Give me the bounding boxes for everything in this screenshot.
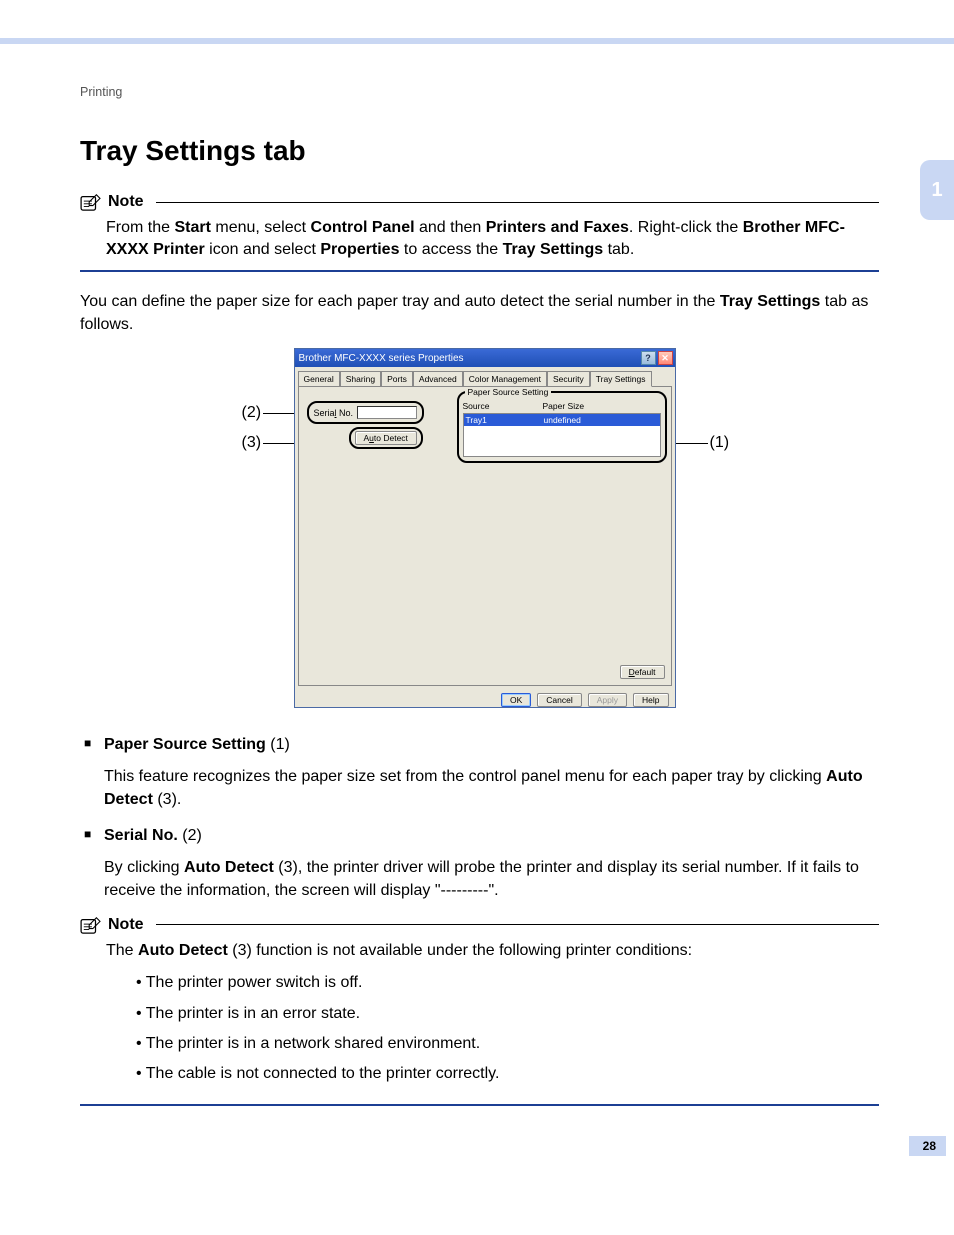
list-item: Paper Source Setting (1) This feature re… xyxy=(80,733,879,811)
t: icon and select xyxy=(205,241,321,258)
dialog-titlebar: Brother MFC-XXXX series Properties ? ✕ xyxy=(295,349,675,367)
cancel-button[interactable]: Cancel xyxy=(537,693,581,707)
page-title: Tray Settings tab xyxy=(80,135,879,167)
help-icon[interactable]: ? xyxy=(641,351,656,365)
t: Paper Source Setting xyxy=(104,736,266,753)
t: (3). xyxy=(153,791,181,808)
tab-security[interactable]: Security xyxy=(547,371,590,387)
t: Auto Detect xyxy=(138,942,228,959)
serial-no-field: Serial No. xyxy=(307,401,425,424)
cell-source: Tray1 xyxy=(466,415,544,425)
t: (3) function is not available under the … xyxy=(228,942,692,959)
tab-advanced[interactable]: Advanced xyxy=(413,371,463,387)
t: Start xyxy=(174,219,210,236)
breadcrumb: Printing xyxy=(80,85,879,99)
t: By clicking xyxy=(104,859,184,876)
note-label: Note xyxy=(108,193,144,211)
paper-source-list[interactable]: Tray1 undefined xyxy=(463,413,661,457)
callout-1: (1) xyxy=(676,434,730,452)
tab-tray-settings[interactable]: Tray Settings xyxy=(590,371,652,387)
paper-source-setting-group: Paper Source Setting Source Paper Size T… xyxy=(457,391,667,463)
t: This feature recognizes the paper size s… xyxy=(104,768,826,785)
tab-color-management[interactable]: Color Management xyxy=(463,371,547,387)
note-body-1: From the Start menu, select Control Pane… xyxy=(80,217,879,262)
note-rule xyxy=(156,924,879,925)
apply-button[interactable]: Apply xyxy=(588,693,627,707)
serial-no-input[interactable] xyxy=(357,406,417,419)
paper-headers: Source Paper Size xyxy=(463,401,661,411)
t: Control Panel xyxy=(311,219,415,236)
t: The xyxy=(106,942,138,959)
note-block-2: Note The Auto Detect (3) function is not… xyxy=(80,916,879,1106)
list-item: The printer power switch is off. xyxy=(136,968,879,998)
default-wrap: Default xyxy=(620,665,665,679)
dialog-tabs: General Sharing Ports Advanced Color Man… xyxy=(295,367,675,386)
t: (1) xyxy=(266,736,290,753)
note-icon xyxy=(80,916,102,934)
item-body: This feature recognizes the paper size s… xyxy=(104,765,879,811)
default-button[interactable]: Default xyxy=(620,665,665,679)
list-item: The cable is not connected to the printe… xyxy=(136,1059,879,1089)
auto-detect-button[interactable]: Auto Detect xyxy=(355,431,417,445)
t: Tray Settings xyxy=(720,293,820,310)
serial-no-label: Serial No. xyxy=(314,408,354,418)
group-title: Paper Source Setting xyxy=(465,387,552,397)
ok-button[interactable]: OK xyxy=(501,693,531,707)
t: to access the xyxy=(399,241,502,258)
t: Properties xyxy=(320,241,399,258)
t: From the xyxy=(106,219,174,236)
list-item: The printer is in an error state. xyxy=(136,999,879,1029)
feature-list: Paper Source Setting (1) This feature re… xyxy=(80,733,879,902)
dialog-figure: (2) (3) (1) Brother MFC-XXXX series Prop… xyxy=(170,348,790,713)
page-content: Printing Tray Settings tab Note From the… xyxy=(0,0,954,1184)
list-item[interactable]: Tray1 undefined xyxy=(464,414,660,426)
tab-general[interactable]: General xyxy=(298,371,340,387)
t: Printers and Faxes xyxy=(486,219,629,236)
close-icon[interactable]: ✕ xyxy=(658,351,673,365)
item-body: By clicking Auto Detect (3), the printer… xyxy=(104,856,879,902)
note-rule xyxy=(156,202,879,203)
dialog-title-text: Brother MFC-XXXX series Properties xyxy=(299,353,464,364)
properties-dialog: Brother MFC-XXXX series Properties ? ✕ G… xyxy=(294,348,676,708)
tab-ports[interactable]: Ports xyxy=(381,371,413,387)
header-source: Source xyxy=(463,401,543,411)
note-block-1: Note From the Start menu, select Control… xyxy=(80,193,879,272)
dialog-action-buttons: OK Cancel Apply Help xyxy=(295,689,675,711)
note-body-2: The Auto Detect (3) function is not avai… xyxy=(80,940,879,1090)
t: (2) xyxy=(178,827,202,844)
callout-label: (1) xyxy=(710,434,730,452)
t: Auto Detect xyxy=(184,859,274,876)
list-item: The printer is in a network shared envir… xyxy=(136,1029,879,1059)
page-number: 28 xyxy=(909,1136,946,1156)
auto-detect-wrap: Auto Detect xyxy=(349,427,423,449)
t: tab. xyxy=(603,241,634,258)
t: and then xyxy=(415,219,486,236)
callout-label: (3) xyxy=(242,434,262,452)
intro-paragraph: You can define the paper size for each p… xyxy=(80,290,879,336)
note-bullet-list: The printer power switch is off. The pri… xyxy=(106,968,879,1090)
t: You can define the paper size for each p… xyxy=(80,293,720,310)
t: menu, select xyxy=(211,219,311,236)
t: Tray Settings xyxy=(503,241,603,258)
note-label: Note xyxy=(108,916,144,934)
header-paper-size: Paper Size xyxy=(543,401,585,411)
callout-2: (2) xyxy=(242,404,296,422)
list-item: Serial No. (2) By clicking Auto Detect (… xyxy=(80,824,879,902)
t: . Right-click the xyxy=(629,219,743,236)
dialog-body: Serial No. Auto Detect Paper Source Sett… xyxy=(298,386,672,686)
note-icon xyxy=(80,193,102,211)
help-button[interactable]: Help xyxy=(633,693,668,707)
cell-size: undefined xyxy=(544,415,581,425)
t: Serial No. xyxy=(104,827,178,844)
tab-sharing[interactable]: Sharing xyxy=(340,371,381,387)
callout-label: (2) xyxy=(242,404,262,422)
